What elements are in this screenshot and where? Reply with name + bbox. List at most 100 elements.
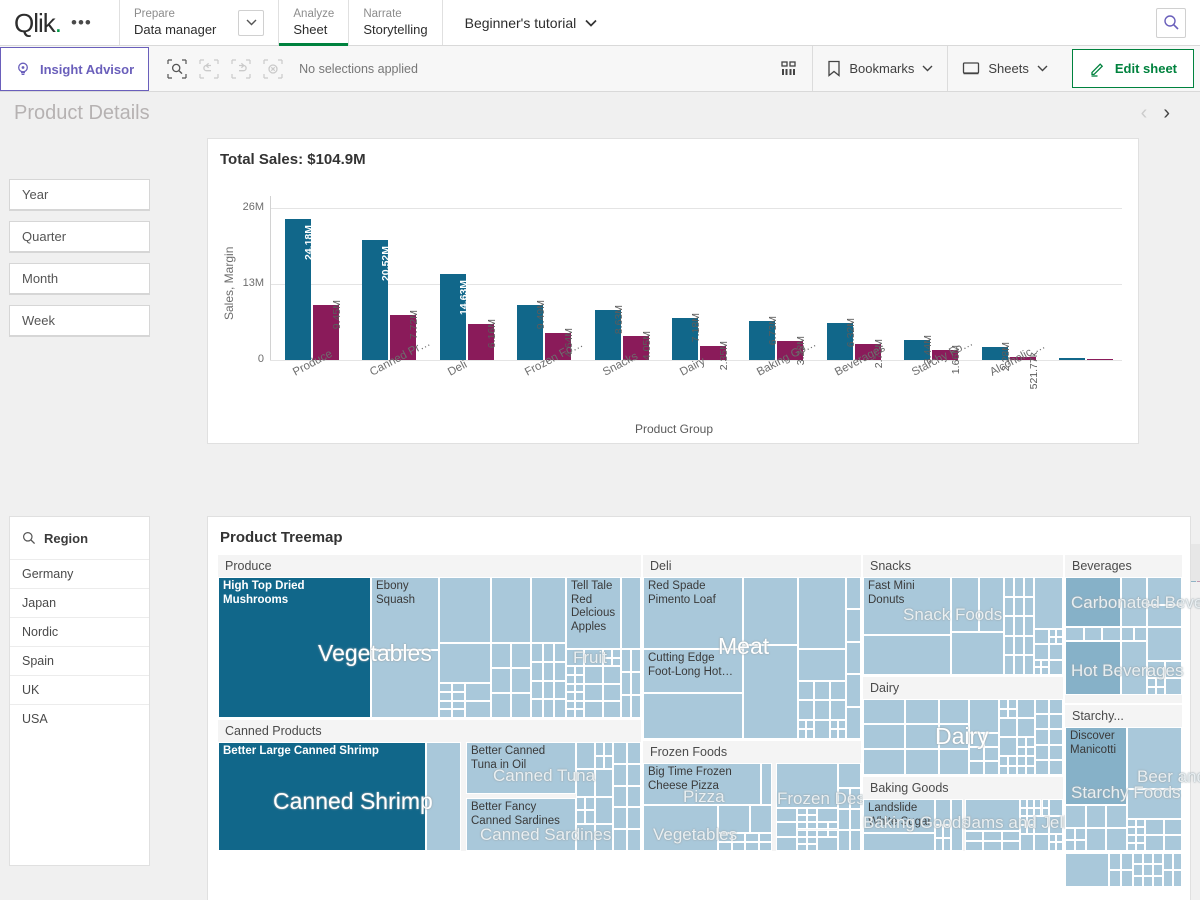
treemap-leaf[interactable] xyxy=(830,729,838,739)
treemap-leaf[interactable] xyxy=(846,609,861,641)
treemap-leaf[interactable] xyxy=(1049,799,1063,816)
treemap-leaf[interactable] xyxy=(531,662,543,681)
treemap-leaf[interactable] xyxy=(584,701,602,718)
treemap-leaf[interactable] xyxy=(1024,636,1034,656)
treemap-leaf[interactable] xyxy=(1004,597,1014,617)
treemap-leaf[interactable] xyxy=(1020,825,1027,834)
treemap-leaf[interactable] xyxy=(465,683,491,701)
treemap-leaf[interactable] xyxy=(554,662,566,681)
treemap-group[interactable]: DeliRed Spade Pimento LoafCutting Edge F… xyxy=(643,555,861,739)
qlik-logo[interactable]: Qlik. xyxy=(14,10,61,36)
treemap-leaf[interactable] xyxy=(1002,841,1020,851)
treemap-leaf[interactable] xyxy=(798,681,814,700)
treemap-leaf[interactable] xyxy=(984,761,999,775)
treemap-leaf[interactable] xyxy=(1163,853,1173,870)
treemap-group[interactable]: DairyDairy xyxy=(863,677,1063,775)
treemap-leaf[interactable] xyxy=(817,808,838,822)
treemap-leaf[interactable] xyxy=(1065,853,1109,887)
list-item[interactable]: Nordic xyxy=(10,617,149,646)
treemap-leaf[interactable] xyxy=(943,825,951,838)
treemap-leaf[interactable] xyxy=(491,577,531,643)
treemap-card[interactable]: Product Treemap ProduceHigh Top Dried Mu… xyxy=(207,516,1191,900)
treemap-leaf[interactable]: Better Large Canned Shrimp xyxy=(218,742,426,851)
treemap-leaf[interactable] xyxy=(1173,870,1183,887)
treemap-leaf[interactable] xyxy=(621,695,631,718)
treemap-leaf[interactable] xyxy=(905,724,939,749)
treemap-group[interactable] xyxy=(1065,853,1182,887)
treemap-leaf[interactable]: Big Time Frozen Cheese Pizza xyxy=(643,763,761,805)
treemap-leaf[interactable] xyxy=(965,841,983,851)
treemap-leaf[interactable] xyxy=(1133,853,1143,864)
treemap-leaf[interactable] xyxy=(439,692,452,701)
treemap-leaf[interactable] xyxy=(1127,843,1136,851)
treemap-leaf[interactable] xyxy=(999,718,1017,737)
treemap-leaf[interactable]: Discover Manicotti xyxy=(1065,727,1127,805)
treemap-leaf[interactable] xyxy=(838,720,846,730)
treemap-leaf[interactable] xyxy=(905,699,939,724)
treemap-leaf[interactable] xyxy=(814,720,830,739)
treemap-leaf[interactable] xyxy=(1147,661,1165,678)
treemap-leaf[interactable] xyxy=(846,642,861,674)
bar-sales[interactable] xyxy=(1059,358,1085,360)
treemap-leaf[interactable] xyxy=(969,747,984,761)
treemap-leaf[interactable] xyxy=(1173,853,1183,870)
treemap-leaf[interactable] xyxy=(1024,577,1034,597)
edit-sheet-button[interactable]: Edit sheet xyxy=(1072,49,1194,88)
treemap-leaf[interactable] xyxy=(969,699,999,733)
treemap-leaf[interactable] xyxy=(1127,727,1182,789)
treemap-leaf[interactable] xyxy=(1164,835,1182,851)
treemap-leaf[interactable] xyxy=(566,709,575,718)
treemap-leaf[interactable] xyxy=(566,692,575,701)
nav-group-prepare[interactable]: Prepare Data manager xyxy=(120,0,279,45)
treemap-leaf[interactable] xyxy=(576,742,595,769)
treemap-leaf[interactable] xyxy=(631,695,641,718)
treemap-leaf[interactable] xyxy=(1026,737,1035,747)
treemap-leaf[interactable] xyxy=(1004,655,1014,675)
treemap-leaf[interactable] xyxy=(452,709,465,718)
treemap-leaf[interactable] xyxy=(575,709,584,718)
insight-advisor-button[interactable]: Insight Advisor xyxy=(0,47,149,91)
treemap-leaf[interactable] xyxy=(1145,819,1163,835)
treemap-leaf[interactable] xyxy=(817,837,838,851)
treemap-leaf[interactable] xyxy=(776,763,838,808)
treemap-leaf[interactable] xyxy=(846,674,861,706)
treemap-leaf[interactable] xyxy=(1156,687,1165,696)
treemap-leaf[interactable] xyxy=(807,808,817,815)
list-item[interactable]: UK xyxy=(10,675,149,704)
treemap-leaf[interactable] xyxy=(1143,853,1153,864)
filter-pane-month[interactable]: Month xyxy=(9,263,150,295)
treemap-leaf[interactable] xyxy=(1014,616,1024,636)
treemap-leaf[interactable] xyxy=(595,797,614,824)
step-forward-icon[interactable] xyxy=(227,55,255,83)
treemap-leaf[interactable] xyxy=(1024,597,1034,617)
bar-margin[interactable] xyxy=(1087,359,1113,360)
treemap-leaf[interactable] xyxy=(807,844,817,851)
list-item[interactable]: Japan xyxy=(10,588,149,617)
treemap-leaf[interactable] xyxy=(798,649,846,681)
treemap-leaf[interactable] xyxy=(1004,616,1014,636)
treemap-leaf[interactable] xyxy=(838,729,846,739)
treemap-leaf[interactable] xyxy=(863,833,935,851)
treemap-leaf[interactable] xyxy=(1065,577,1121,627)
treemap-leaf[interactable] xyxy=(585,797,594,811)
filter-pane-year[interactable]: Year xyxy=(9,179,150,211)
treemap-leaf[interactable] xyxy=(939,699,969,724)
step-back-icon[interactable] xyxy=(195,55,223,83)
treemap-leaf[interactable] xyxy=(1035,714,1049,729)
treemap-leaf[interactable] xyxy=(584,666,602,683)
treemap-leaf[interactable] xyxy=(951,632,1004,675)
treemap-leaf[interactable] xyxy=(627,764,641,786)
treemap-leaf[interactable] xyxy=(1027,799,1034,808)
treemap-leaf[interactable] xyxy=(1049,760,1063,775)
treemap-leaf[interactable] xyxy=(1034,816,1048,833)
treemap-leaf[interactable] xyxy=(627,786,641,808)
treemap-leaf[interactable] xyxy=(1056,834,1063,843)
treemap-leaf[interactable]: Better Canned Tuna in Oil xyxy=(466,742,576,794)
treemap-leaf[interactable] xyxy=(798,729,806,739)
treemap-leaf[interactable] xyxy=(999,737,1017,756)
app-title-dropdown[interactable]: Beginner's tutorial xyxy=(443,0,612,45)
treemap-leaf[interactable] xyxy=(1014,636,1024,656)
treemap-group[interactable]: Starchy...Discover ManicottiStarchy Food… xyxy=(1065,705,1182,851)
sheet-grid-button[interactable] xyxy=(765,46,812,91)
treemap-leaf[interactable] xyxy=(1127,819,1136,827)
